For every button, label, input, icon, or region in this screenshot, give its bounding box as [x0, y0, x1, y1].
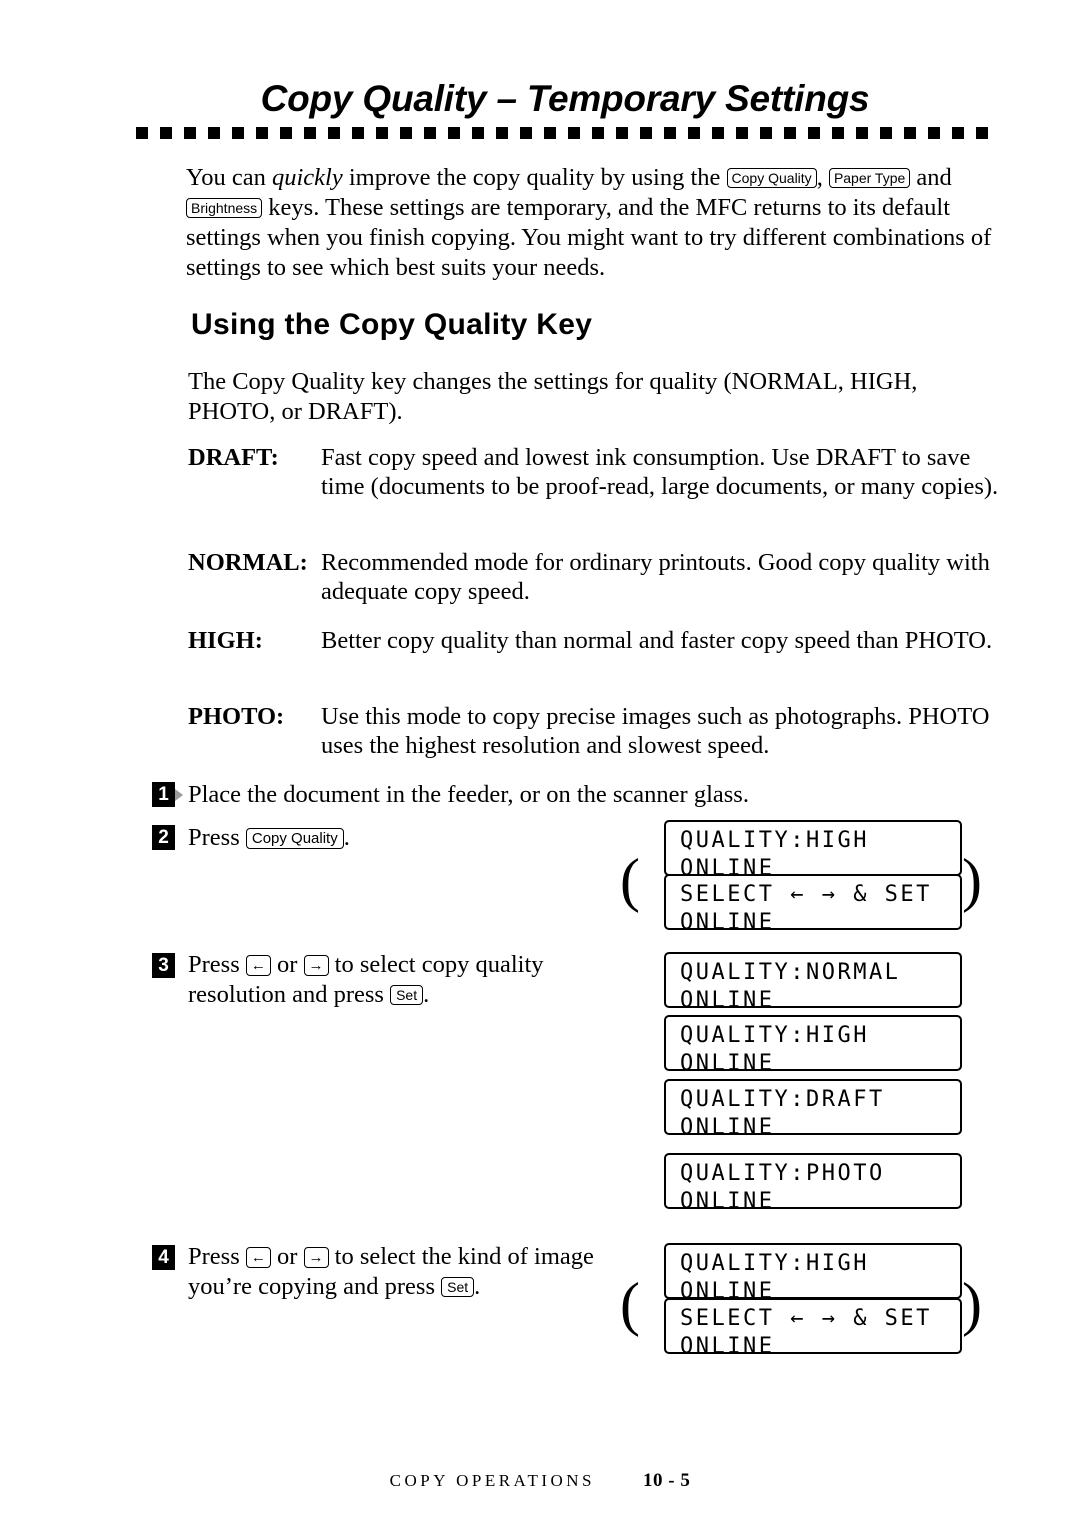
left-arrow-key-icon[interactable]: ← — [245, 955, 271, 976]
intro-paragraph: You can quickly improve the copy quality… — [186, 163, 992, 283]
copy-quality-key[interactable]: Copy Quality — [726, 168, 817, 188]
section-heading: Using the Copy Quality Key — [191, 308, 593, 341]
lcd-line-2: ONLINE — [680, 1115, 775, 1140]
set-key[interactable]: Set — [441, 1277, 475, 1297]
lcd-line-1: QUALITY:HIGH — [680, 1251, 869, 1276]
right-arrow-key-icon[interactable]: → — [303, 955, 329, 976]
brace-right-step2: ) — [962, 847, 982, 913]
lcd-step4-quality-high: QUALITY:HIGH ONLINE — [664, 1243, 962, 1304]
brace-left-step4: ( — [620, 1271, 640, 1337]
intro-emphasis: quickly — [272, 164, 343, 191]
step-1-text: Place the document in the feeder, or on … — [188, 781, 749, 808]
left-arrow-key-icon[interactable]: ← — [245, 1247, 271, 1268]
right-arrow-key-icon[interactable]: → — [303, 1247, 329, 1268]
step-4-text: Press ← or → to select the kind of image… — [188, 1242, 618, 1302]
lcd-line-2: ONLINE — [680, 1334, 775, 1359]
copy-quality-key[interactable]: Copy Quality — [245, 828, 344, 849]
step-4-pre: Press — [188, 1243, 246, 1270]
step-3-mid: or — [270, 951, 304, 978]
brace-left-step2: ( — [620, 847, 640, 913]
lcd-step4-select-set: SELECT ← → & SET ONLINE — [664, 1298, 962, 1359]
definition-term: NORMAL: — [188, 549, 308, 576]
brightness-key[interactable]: Brightness — [186, 198, 263, 218]
step-2-text: Press Copy Quality. — [188, 823, 618, 853]
lcd-step3-quality-high: QUALITY:HIGH ONLINE — [664, 1015, 962, 1076]
definition-description: Recommended mode for ordinary printouts.… — [321, 549, 990, 605]
lcd-line-1: SELECT ← → & SET — [680, 882, 932, 907]
title-dotted-rule — [136, 127, 992, 139]
lcd-line-1: QUALITY:NORMAL — [680, 960, 901, 985]
quality-intro-paragraph: The Copy Quality key changes the setting… — [188, 368, 918, 425]
definition-description: Fast copy speed and lowest ink consumpti… — [321, 444, 999, 500]
lcd-step3-quality-normal: QUALITY:NORMAL ONLINE — [664, 952, 962, 1013]
intro-text-3: and — [910, 164, 952, 191]
footer-label: COPY OPERATIONS — [389, 1471, 596, 1490]
page-title: Copy Quality – Temporary Settings — [260, 78, 870, 119]
step-2-pre: Press — [188, 824, 246, 851]
lcd-line-1: QUALITY:HIGH — [680, 828, 869, 853]
step-4-end: . — [474, 1273, 481, 1300]
intro-comma: , — [816, 164, 829, 191]
set-key[interactable]: Set — [390, 985, 424, 1005]
definition-description: Better copy quality than normal and fast… — [321, 627, 993, 654]
intro-text-4: keys. These settings are temporary, and … — [186, 194, 992, 281]
step-number-2: 2 — [152, 825, 175, 850]
lcd-line-2: ONLINE — [680, 910, 775, 935]
brace-right-step4: ) — [962, 1271, 982, 1337]
definition-term: DRAFT: — [188, 444, 279, 471]
step-4-mid: or — [270, 1243, 304, 1270]
step-3-end: . — [423, 981, 430, 1008]
step-number-3: 3 — [152, 953, 175, 978]
intro-text-2: improve the copy quality by using the — [342, 164, 727, 191]
page-footer: COPY OPERATIONS 10 - 5 — [0, 1470, 1080, 1492]
lcd-step2-quality-high: QUALITY:HIGH ONLINE — [664, 820, 962, 881]
step-3-pre: Press — [188, 951, 246, 978]
step-3-text: Press ← or → to select copy quality reso… — [188, 950, 618, 1010]
lcd-line-2: ONLINE — [680, 1051, 775, 1076]
lcd-line-1: QUALITY:DRAFT — [680, 1087, 885, 1112]
lcd-line-1: QUALITY:HIGH — [680, 1023, 869, 1048]
definition-term: PHOTO: — [188, 703, 285, 730]
lcd-line-1: QUALITY:PHOTO — [680, 1161, 885, 1186]
lcd-line-2: ONLINE — [680, 1189, 775, 1214]
paper-type-key[interactable]: Paper Type — [828, 168, 911, 188]
lcd-step3-quality-draft: QUALITY:DRAFT ONLINE — [664, 1079, 962, 1140]
step-2-post: . — [343, 824, 350, 851]
definition-description: Use this mode to copy precise images suc… — [321, 703, 990, 759]
step-number-4: 4 — [152, 1245, 175, 1270]
definition-term: HIGH: — [188, 627, 263, 654]
lcd-step2-select-set: SELECT ← → & SET ONLINE — [664, 874, 962, 935]
lcd-step3-quality-photo: QUALITY:PHOTO ONLINE — [664, 1153, 962, 1214]
footer-page-number: 10 - 5 — [643, 1470, 691, 1491]
lcd-line-2: ONLINE — [680, 988, 775, 1013]
intro-text-1: You can — [186, 164, 272, 191]
lcd-line-1: SELECT ← → & SET — [680, 1306, 932, 1331]
step-number-1: 1 — [152, 782, 183, 807]
